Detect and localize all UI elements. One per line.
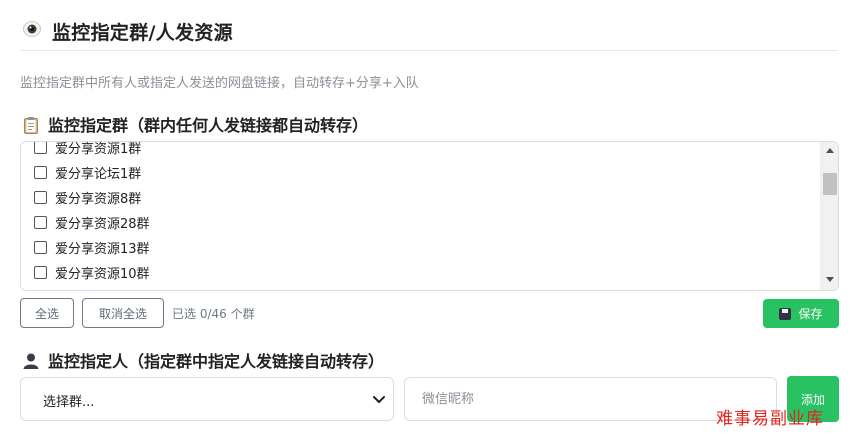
- group-list-rows: 爱分享资源1群 爱分享论坛1群 爱分享资源8群 爱分享资源28群 爱分享资源13群 爱分享…: [34, 142, 150, 290]
- group-select-value: 选择群...: [43, 395, 95, 410]
- group-list-item[interactable]: 爱分享论坛1群: [34, 160, 150, 185]
- group-checkbox[interactable]: [34, 241, 47, 254]
- group-list-scrollbar[interactable]: [820, 142, 838, 290]
- group-list-item[interactable]: 爱分享资源28群: [34, 210, 150, 235]
- group-list-item[interactable]: 爱分享资源13群: [34, 235, 150, 260]
- group-label: 爱分享资源8群: [55, 192, 142, 207]
- group-checkbox[interactable]: [34, 191, 47, 204]
- page-description: 监控指定群中所有人或指定人发送的网盘链接，自动转存+分享+入队: [20, 76, 419, 91]
- group-list-item[interactable]: 爱分享资源10群: [34, 260, 150, 285]
- floppy-disk-icon: [779, 307, 792, 320]
- group-label: 爱分享资源13群: [55, 242, 150, 257]
- scroll-up-arrow-icon[interactable]: [826, 148, 834, 153]
- scrollbar-thumb[interactable]: [823, 173, 837, 195]
- group-label: 爱分享资源10群: [55, 267, 150, 282]
- chevron-down-icon: [373, 396, 385, 403]
- user-icon: [23, 353, 39, 369]
- group-list-item[interactable]: 爱分享资源1群: [34, 142, 150, 160]
- clipboard-icon: [24, 117, 38, 134]
- clear-all-button[interactable]: 取消全选: [82, 298, 164, 328]
- group-label: 爱分享资源1群: [55, 142, 142, 157]
- scroll-down-arrow-icon[interactable]: [826, 277, 834, 282]
- group-label: 爱分享资源29群: [55, 288, 150, 290]
- group-list-item[interactable]: 爱分享资源8群: [34, 185, 150, 210]
- selected-count: 已选 0/46 个群: [172, 307, 255, 321]
- group-checkbox[interactable]: [34, 266, 47, 279]
- group-checkbox[interactable]: [34, 166, 47, 179]
- group-checkbox[interactable]: [34, 142, 47, 154]
- page-header: 监控指定群/人发资源: [20, 14, 838, 51]
- person-section-title: 监控指定人（指定群中指定人发链接自动转存）: [22, 348, 384, 372]
- group-list[interactable]: 爱分享资源1群 爱分享论坛1群 爱分享资源8群 爱分享资源28群 爱分享资源13群 爱分享…: [20, 141, 839, 291]
- watermark-text: 难事易副业库: [716, 409, 824, 429]
- eye-icon: [23, 21, 41, 37]
- group-select[interactable]: 选择群...: [20, 377, 394, 421]
- group-section-title: 监控指定群（群内任何人发链接都自动转存）: [22, 112, 368, 136]
- person-section-title-text: 监控指定人（指定群中指定人发链接自动转存）: [48, 352, 385, 371]
- save-button[interactable]: 保存: [763, 299, 839, 328]
- save-button-label: 保存: [798, 307, 823, 321]
- group-label: 爱分享论坛1群: [55, 167, 142, 182]
- group-label: 爱分享资源28群: [55, 217, 150, 232]
- group-section-title-text: 监控指定群（群内任何人发链接都自动转存）: [48, 116, 369, 135]
- select-all-button[interactable]: 全选: [20, 298, 74, 328]
- page-title: 监控指定群/人发资源: [52, 22, 233, 44]
- group-list-item[interactable]: 爱分享资源29群: [34, 285, 150, 290]
- group-checkbox[interactable]: [34, 216, 47, 229]
